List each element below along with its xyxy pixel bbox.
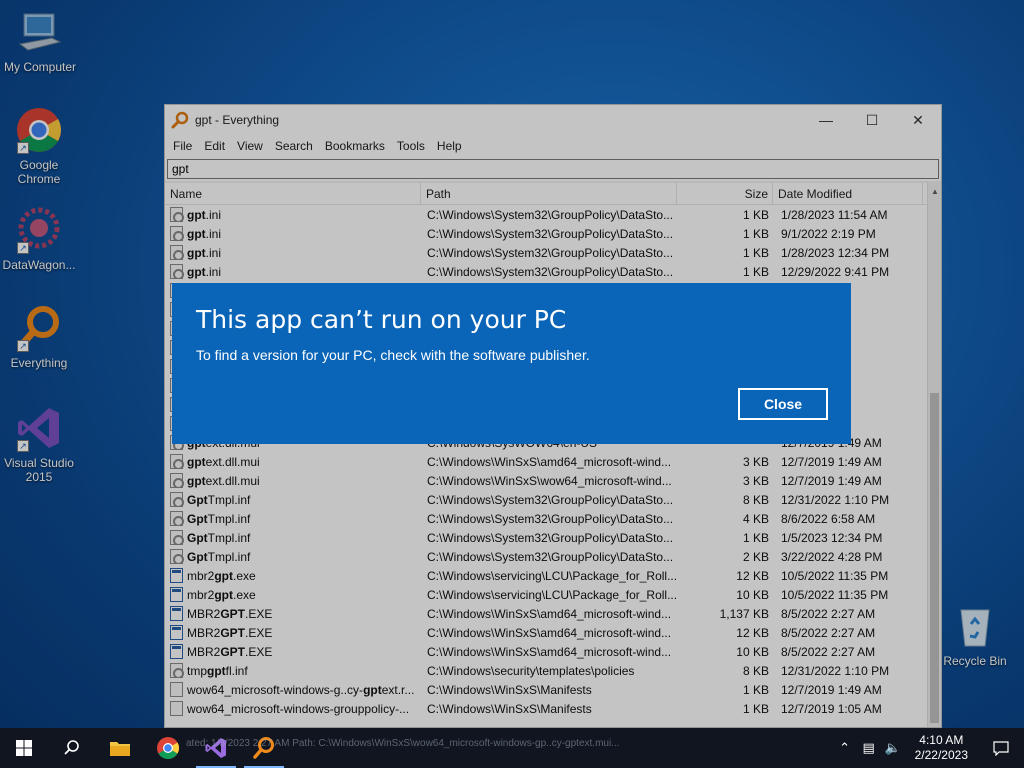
windows-logo-icon	[16, 740, 32, 756]
start-button[interactable]	[0, 728, 48, 768]
dialog-message: To find a version for your PC, check wit…	[196, 347, 590, 363]
volume-icon[interactable]: 🔈	[881, 740, 905, 756]
dialog-title: This app can’t run on your PC	[196, 305, 567, 334]
chrome-icon	[157, 737, 179, 759]
show-hidden-icons-chevron-icon[interactable]: ⌃	[833, 740, 857, 756]
clock-date: 2/22/2023	[914, 748, 968, 762]
clock-time: 4:10 AM	[919, 733, 964, 747]
network-icon[interactable]: ▤	[857, 740, 881, 756]
taskbar-file-explorer[interactable]	[96, 728, 144, 768]
dialog-close-button[interactable]: Close	[738, 388, 828, 420]
notification-center-button[interactable]	[978, 740, 1024, 756]
app-cant-run-dialog: This app can’t run on your PC To find a …	[172, 283, 851, 444]
system-tray: ⌃ ▤ 🔈 4:10 AM 2/22/2023	[833, 728, 1024, 768]
search-icon	[64, 740, 79, 755]
clock[interactable]: 4:10 AM 2/22/2023	[905, 733, 978, 763]
taskbar-search-button[interactable]	[48, 728, 96, 768]
notification-icon	[993, 741, 1009, 756]
taskbar-status-preview: ated: 1/3/2023 2:27 AM Path: C:\Windows\…	[186, 738, 620, 749]
taskbar-chrome[interactable]	[144, 728, 192, 768]
folder-icon	[110, 742, 130, 756]
